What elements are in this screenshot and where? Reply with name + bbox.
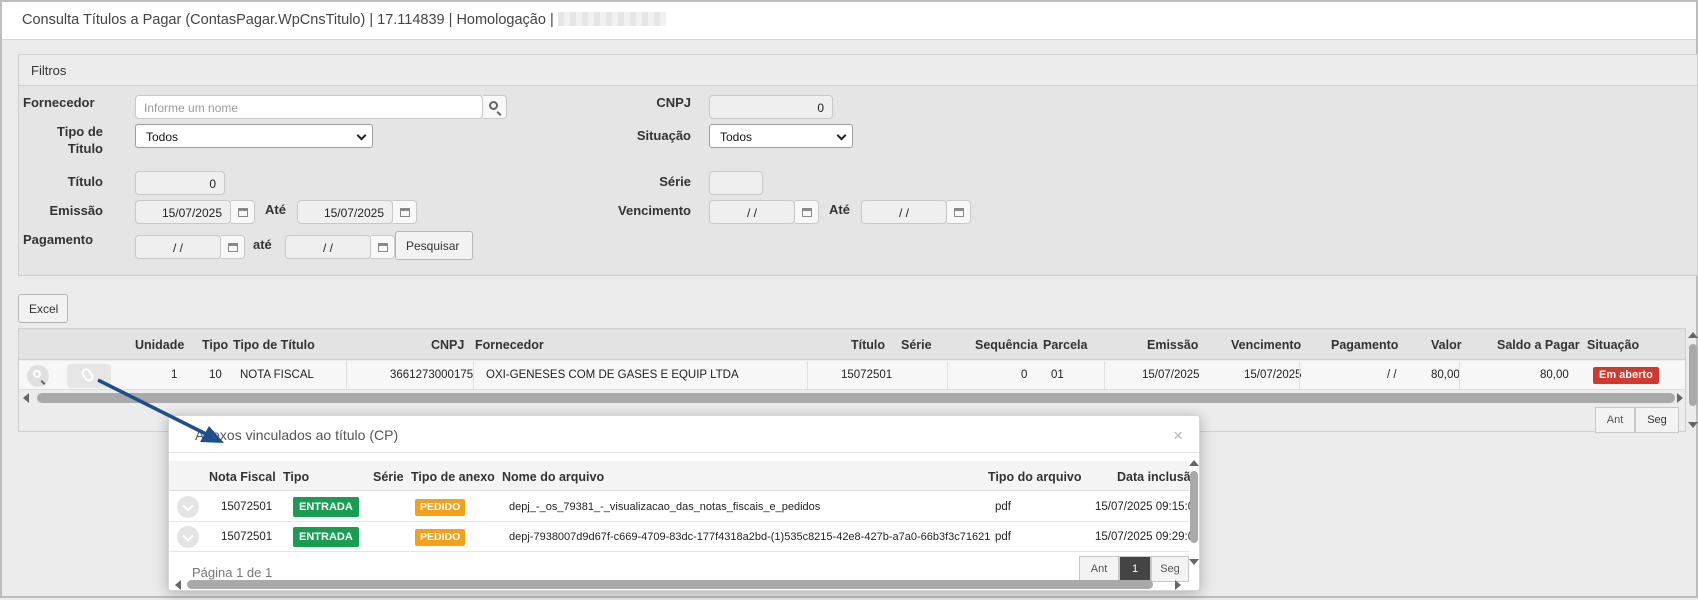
app-window: Consulta Títulos a Pagar (ContasPagar.Wp…	[0, 0, 1698, 598]
annotation-arrow	[97, 378, 224, 443]
annotation-arrow-shaft	[97, 378, 215, 440]
